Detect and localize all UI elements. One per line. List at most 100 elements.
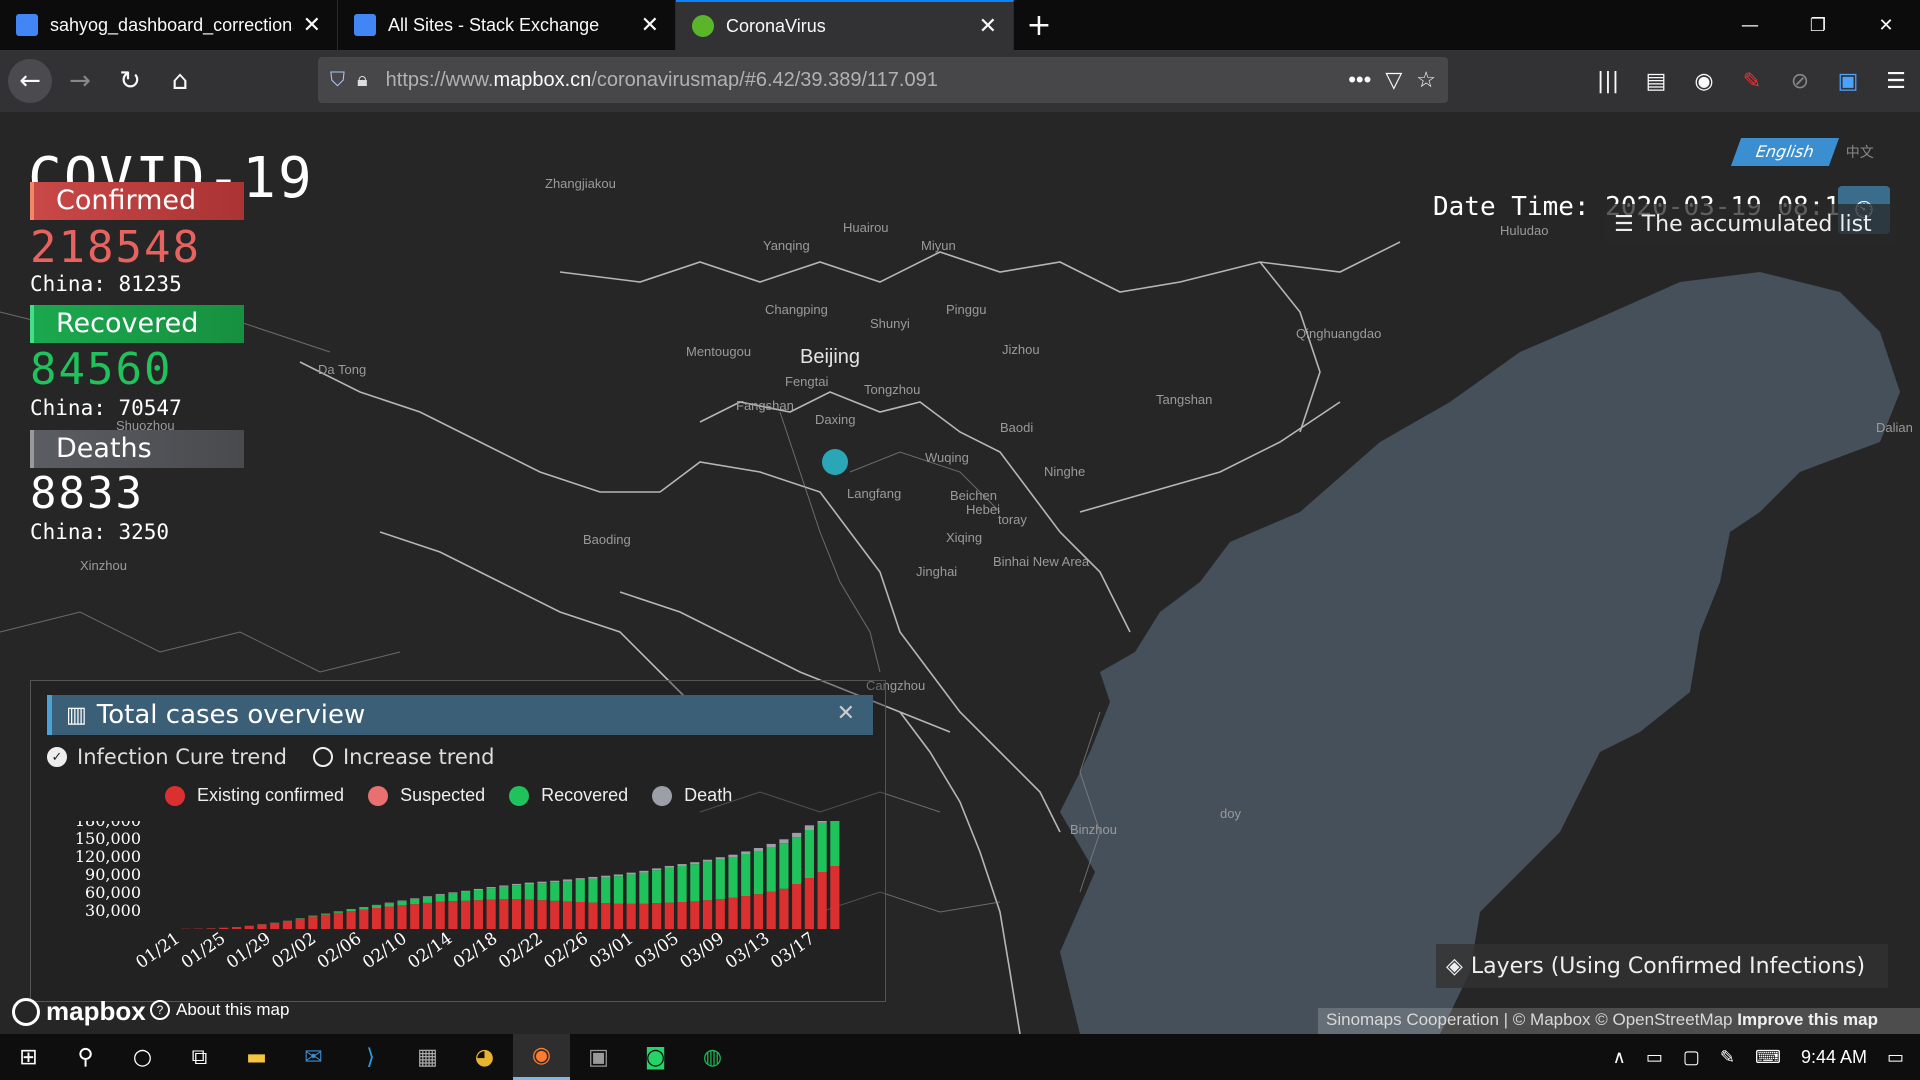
whatsapp-icon[interactable]: ◙ (627, 1034, 684, 1080)
bar-death[interactable] (639, 870, 649, 873)
close-icon[interactable]: ✕ (303, 12, 321, 38)
bar-recovered[interactable] (435, 894, 445, 902)
bar-recovered[interactable] (397, 901, 407, 906)
bar-death[interactable] (690, 862, 700, 865)
bar-existing-confirmed[interactable] (422, 902, 433, 929)
more-icon[interactable]: ••• (1348, 67, 1371, 93)
bar-recovered[interactable] (741, 854, 751, 896)
bar-death[interactable] (537, 881, 547, 884)
bar-existing-confirmed[interactable] (359, 909, 369, 930)
bar-recovered[interactable] (512, 885, 522, 900)
forward-button[interactable]: → (58, 59, 102, 103)
bar-recovered[interactable] (715, 859, 725, 899)
bar-death[interactable] (562, 879, 573, 881)
bar-death[interactable] (613, 874, 624, 877)
chrome-icon[interactable]: ◕ (456, 1034, 513, 1080)
bar-recovered[interactable] (321, 913, 331, 915)
back-button[interactable]: ← (8, 59, 52, 103)
cortana-icon[interactable]: ○ (114, 1034, 171, 1080)
bar-death[interactable] (435, 893, 445, 895)
bar-recovered[interactable] (308, 915, 318, 917)
bar-existing-confirmed[interactable] (435, 901, 445, 929)
bar-death[interactable] (575, 878, 585, 880)
bar-recovered[interactable] (486, 888, 496, 900)
bar-recovered[interactable] (537, 883, 547, 901)
account-icon[interactable]: ◉ (1680, 69, 1728, 94)
bar-existing-confirmed[interactable] (295, 918, 305, 929)
bar-existing-confirmed[interactable] (473, 900, 483, 929)
bar-recovered[interactable] (639, 872, 649, 904)
bar-existing-confirmed[interactable] (448, 901, 458, 929)
bar-death[interactable] (728, 854, 738, 857)
bar-death[interactable] (550, 880, 560, 883)
bar-existing-confirmed[interactable] (664, 902, 674, 929)
bar-existing-confirmed[interactable] (677, 902, 687, 929)
bar-recovered[interactable] (601, 877, 611, 904)
bar-recovered[interactable] (550, 882, 560, 901)
bar-death[interactable] (601, 875, 611, 878)
bar-recovered[interactable] (830, 821, 840, 866)
bar-death[interactable] (715, 857, 725, 860)
bar-recovered[interactable] (473, 890, 483, 901)
vscode-icon[interactable]: ⟩ (342, 1034, 399, 1080)
bar-death[interactable] (664, 865, 674, 868)
bar-recovered[interactable] (677, 866, 687, 902)
bar-recovered[interactable] (422, 896, 433, 903)
bar-existing-confirmed[interactable] (639, 903, 649, 929)
bar-recovered[interactable] (371, 905, 382, 908)
url-text[interactable]: https://www.mapbox.cn/coronavirusmap/#6.… (386, 69, 1335, 92)
bar-death[interactable] (804, 825, 814, 830)
bar-existing-confirmed[interactable] (371, 908, 382, 929)
bar-existing-confirmed[interactable] (537, 900, 547, 929)
bar-recovered[interactable] (588, 878, 598, 903)
bar-death[interactable] (461, 890, 471, 892)
mail-icon[interactable]: ✉ (285, 1034, 342, 1080)
lang-chinese-button[interactable]: 中文 (1834, 138, 1886, 166)
bar-existing-confirmed[interactable] (244, 925, 254, 929)
pocket-icon[interactable]: ▽ (1385, 67, 1402, 93)
bar-death[interactable] (588, 876, 598, 879)
bar-death[interactable] (626, 872, 636, 875)
bar-recovered[interactable] (359, 907, 369, 910)
bar-death[interactable] (410, 898, 420, 899)
bar-recovered[interactable] (346, 909, 356, 911)
bar-existing-confirmed[interactable] (282, 921, 293, 929)
bar-recovered[interactable] (333, 911, 343, 913)
bar-existing-confirmed[interactable] (613, 903, 624, 929)
lock-icon[interactable]: 🔒︎ (357, 69, 368, 92)
bar-death[interactable] (753, 848, 764, 851)
bar-recovered[interactable] (766, 847, 776, 892)
bar-existing-confirmed[interactable] (270, 923, 280, 929)
windows-start-icon[interactable]: ⊞ (0, 1034, 57, 1080)
bar-existing-confirmed[interactable] (702, 900, 713, 929)
bar-existing-confirmed[interactable] (753, 894, 764, 929)
bar-death[interactable] (524, 882, 534, 884)
bar-recovered[interactable] (499, 886, 509, 900)
radio-increase-trend[interactable]: Increase trend (312, 745, 495, 769)
clock-time[interactable]: 9:44 AM (1801, 1047, 1867, 1068)
notifications-icon[interactable]: ▭ (1887, 1047, 1904, 1068)
legend-death[interactable]: Death (652, 785, 732, 806)
bar-recovered[interactable] (524, 884, 534, 900)
bar-existing-confirmed[interactable] (562, 901, 573, 929)
extension-blue-icon[interactable]: ▣ (1824, 69, 1872, 94)
url-bar[interactable]: ⛉ 🔒︎ https://www.mapbox.cn/coronavirusma… (318, 57, 1448, 103)
bar-recovered[interactable] (448, 893, 458, 902)
legend-recovered[interactable]: Recovered (509, 785, 628, 806)
block-icon[interactable]: ⊘ (1776, 69, 1824, 94)
search-icon[interactable]: ⚲ (57, 1034, 114, 1080)
close-window-icon[interactable]: ✕ (1852, 0, 1920, 50)
layers-button[interactable]: ◈ Layers (Using Confirmed Infections) (1436, 944, 1888, 988)
about-map-link[interactable]: ? About this map (150, 1000, 289, 1020)
bar-recovered[interactable] (664, 867, 674, 903)
tab-sahyog[interactable]: sahyog_dashboard_corrections ✕ (0, 0, 338, 50)
bar-existing-confirmed[interactable] (397, 905, 407, 929)
bar-death[interactable] (652, 868, 662, 871)
bar-death[interactable] (512, 883, 522, 886)
terminal-icon[interactable]: ▣ (570, 1034, 627, 1080)
keyboard-icon[interactable]: ⌨ (1755, 1047, 1781, 1068)
reload-button[interactable]: ↻ (108, 59, 152, 103)
radio-infection-cure-trend[interactable]: ✓ Infection Cure trend (47, 745, 287, 769)
map-canvas[interactable]: Zhangjiakou Huairou Miyun Yanqing Changping S… (0, 112, 1920, 1034)
bar-recovered[interactable] (804, 830, 814, 878)
